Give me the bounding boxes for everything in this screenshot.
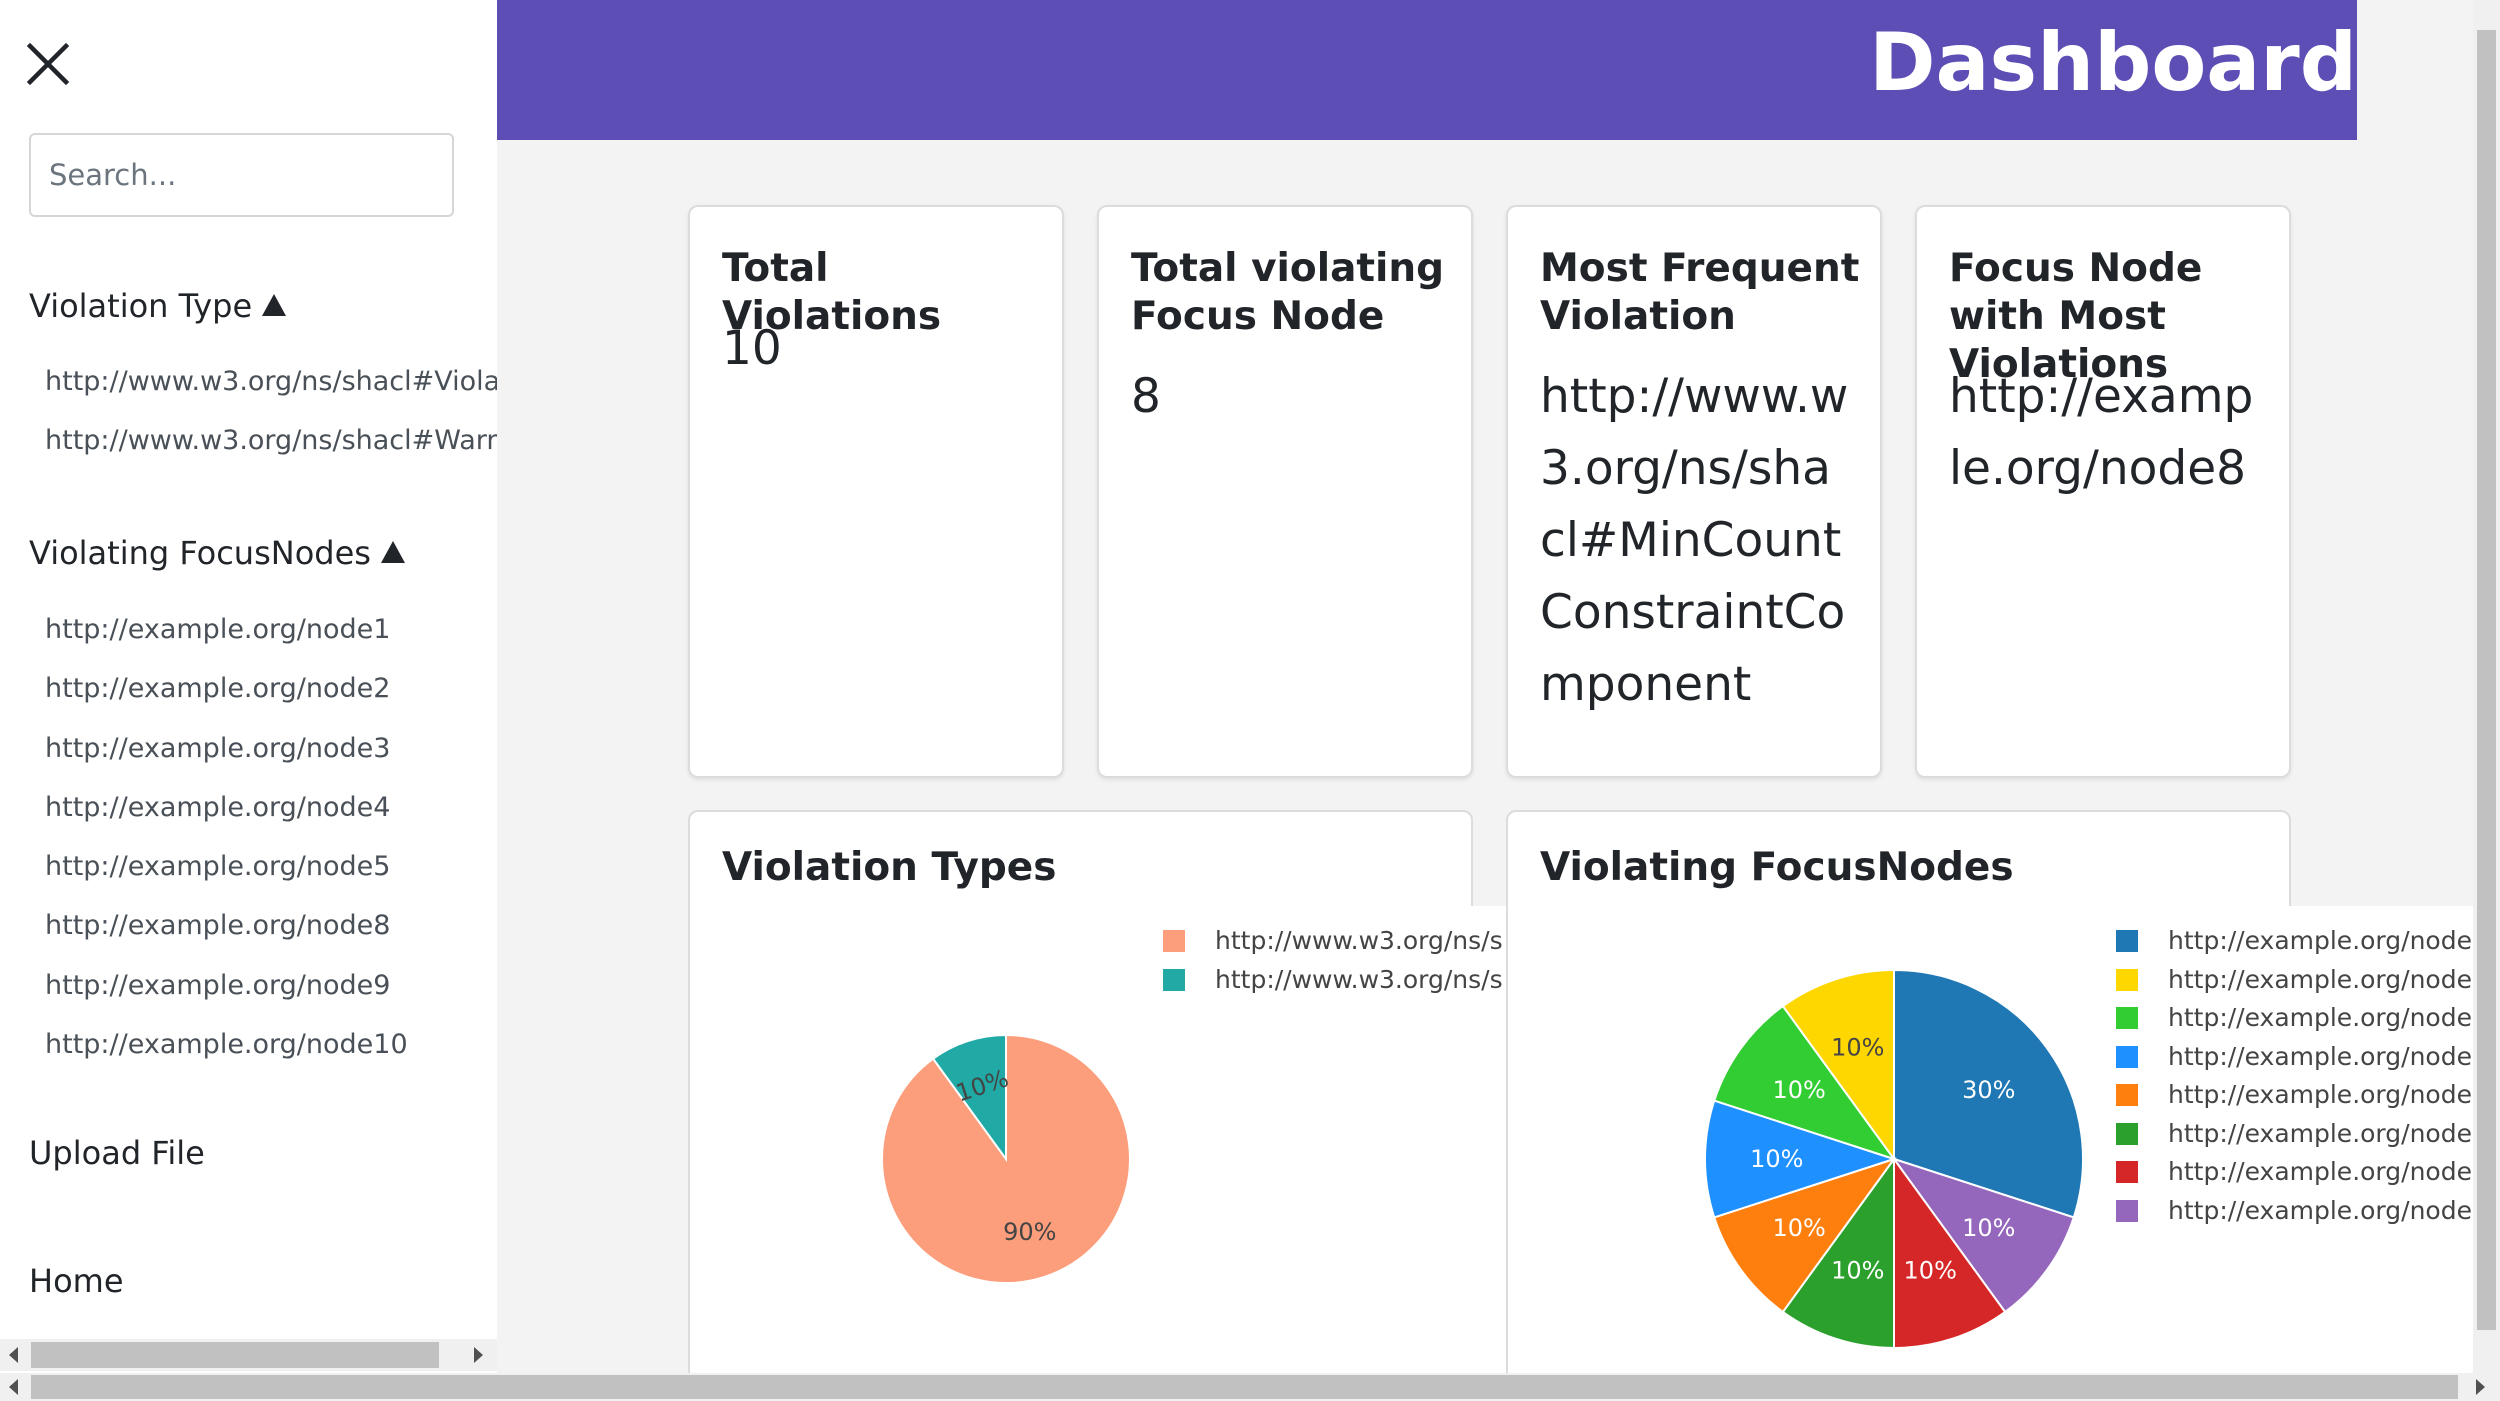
pie-slice-label: 90%	[1003, 1218, 1056, 1246]
home-link[interactable]: Home	[29, 1262, 124, 1300]
stat-card-most-frequent-violation: Most Frequent Violation http://www.w3.or…	[1506, 205, 1882, 778]
legend-label: http://example.org/node8	[2168, 926, 2473, 955]
scrollbar-thumb[interactable]	[2477, 30, 2496, 1330]
legend-swatch	[2116, 1161, 2138, 1183]
focus-node-item[interactable]: http://example.org/node1	[45, 614, 390, 645]
legend-swatch	[2116, 1122, 2138, 1145]
legend-label: http://example.org/node1	[2168, 964, 2473, 994]
focus-node-item[interactable]: http://example.org/node9	[45, 970, 390, 1001]
scrollbar-thumb[interactable]	[31, 1375, 2458, 1399]
legend-swatch	[2116, 1007, 2138, 1029]
legend-label: http://example.org/node2	[2168, 1003, 2473, 1032]
upload-file-link[interactable]: Upload File	[29, 1134, 205, 1172]
page-vertical-scrollbar[interactable]	[2473, 0, 2500, 1373]
focus-node-item[interactable]: http://example.org/node10	[45, 1029, 408, 1060]
page-horizontal-scrollbar[interactable]	[0, 1373, 2500, 1401]
legend-swatch	[2116, 1045, 2138, 1068]
focus-node-item[interactable]: http://example.org/node2	[45, 673, 390, 704]
card-value: 10	[722, 321, 782, 376]
focus-node-item[interactable]: http://example.org/node8	[45, 910, 390, 941]
legend-label: http://example.org/node1	[2168, 1195, 2473, 1225]
legend-swatch	[1163, 930, 1185, 952]
caret-up-icon	[262, 294, 287, 316]
legend-swatch	[1163, 969, 1185, 991]
focus-nodes-toggle[interactable]: Violating FocusNodes	[29, 534, 405, 572]
legend-swatch	[2116, 1199, 2138, 1222]
violation-types-chart: 90% 10% http://www.w3.org/ns/s http://www.…	[690, 906, 1506, 1373]
stat-card-top-focus-node: Focus Node with Most Violations http://e…	[1915, 205, 2291, 778]
pie-slice-label: 10%	[1904, 1256, 1957, 1284]
card-value: http://example.org/node8	[1949, 369, 2254, 496]
focus-node-item[interactable]: http://example.org/node3	[45, 733, 390, 764]
pie-slice-label: 30%	[1962, 1076, 2015, 1104]
page-title: Dashboard	[1869, 16, 2357, 109]
pie-slice-label: 10%	[1962, 1214, 2015, 1242]
close-icon[interactable]	[24, 40, 72, 88]
violation-type-toggle[interactable]: Violation Type	[29, 287, 287, 325]
sidebar: Violation Type http://www.w3.org/ns/shac…	[0, 0, 497, 1401]
legend-label: http://www.w3.org/ns/s	[1215, 926, 1503, 955]
card-title: Total violating Focus Node	[1131, 246, 1445, 339]
chart-title: Violating FocusNodes	[1540, 845, 2014, 890]
legend-swatch	[2116, 968, 2138, 991]
focus-nodes-title: Violating FocusNodes	[29, 534, 371, 572]
stat-card-total-focus-nodes: Total violating Focus Node 8	[1097, 205, 1473, 778]
caret-up-icon	[380, 541, 405, 563]
legend-label: http://www.w3.org/ns/s	[1215, 965, 1503, 994]
focus-nodes-chart: 30% 10% 10% 10% 10% 10% 10% 10% http://example.…	[1508, 906, 2473, 1373]
pie-slice-label: 10%	[1750, 1145, 1803, 1173]
legend-label: http://example.org/node4	[2168, 1080, 2473, 1109]
search-input[interactable]	[29, 133, 454, 217]
pie-slice-label: 10%	[1773, 1214, 1826, 1242]
pie-slice-label: 10%	[1773, 1076, 1826, 1104]
pie-slice-label: 10%	[1831, 1034, 1884, 1062]
card-title: Most Frequent Violation	[1540, 246, 1860, 339]
scroll-left-icon[interactable]	[9, 1347, 18, 1363]
header-bar: Dashboard	[497, 0, 2357, 140]
card-value: http://www.w3.org/ns/shacl#MinCountConst…	[1540, 369, 1849, 712]
sidebar-horizontal-scrollbar[interactable]	[0, 1339, 497, 1371]
card-value: 8	[1131, 369, 1161, 424]
stat-card-total-violations: Total Violations 10	[688, 205, 1064, 778]
violation-type-item[interactable]: http://www.w3.org/ns/shacl#Violation	[45, 366, 497, 397]
scrollbar-thumb[interactable]	[31, 1342, 439, 1368]
legend-label: http://example.org/node9	[2168, 1157, 2473, 1186]
legend-label: http://example.org/node3	[2168, 1041, 2473, 1071]
legend-swatch	[2116, 1084, 2138, 1106]
legend-swatch	[2116, 930, 2138, 952]
scroll-right-icon[interactable]	[474, 1347, 483, 1363]
scroll-left-icon[interactable]	[9, 1379, 18, 1395]
violation-type-title: Violation Type	[29, 287, 253, 325]
focus-node-item[interactable]: http://example.org/node4	[45, 792, 390, 823]
focus-node-item[interactable]: http://example.org/node5	[45, 851, 390, 882]
legend-label: http://example.org/node5	[2168, 1118, 2473, 1148]
scroll-right-icon[interactable]	[2476, 1379, 2485, 1395]
pie-slice-label: 10%	[1831, 1256, 1884, 1284]
violation-type-item[interactable]: http://www.w3.org/ns/shacl#Warning	[45, 425, 497, 456]
chart-title: Violation Types	[722, 845, 1057, 890]
